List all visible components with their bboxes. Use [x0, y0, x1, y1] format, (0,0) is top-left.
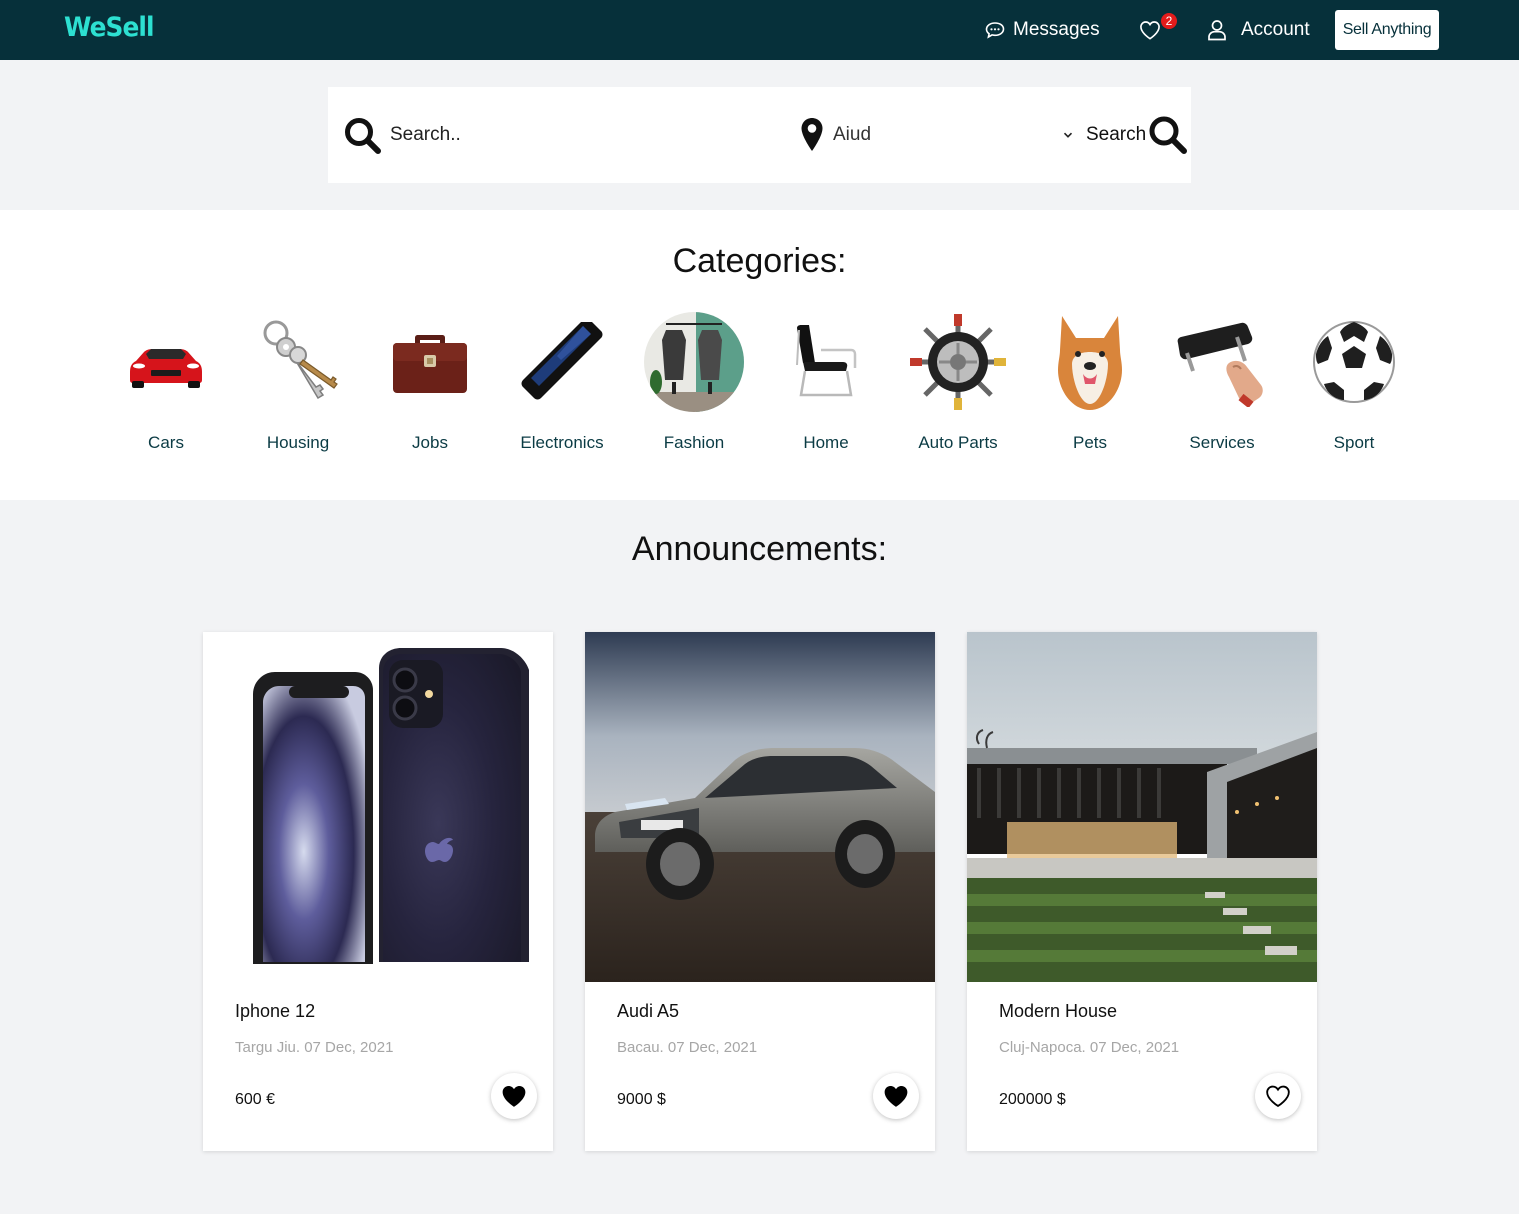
categories-section: Categories: Cars Housing Jobs Electronic…: [0, 210, 1519, 500]
listing-meta: Targu Jiu. 07 Dec, 2021: [235, 1039, 394, 1056]
search-section: Aiud Search: [0, 60, 1519, 210]
heart-icon: [1139, 20, 1161, 40]
messages-link[interactable]: Messages: [985, 0, 1100, 60]
logo[interactable]: WeSell: [64, 12, 155, 43]
location-value: Aiud: [833, 124, 872, 145]
category-services[interactable]: Services: [1162, 310, 1282, 453]
search-icon: [344, 117, 382, 160]
category-label: Electronics: [520, 433, 604, 452]
category-sport[interactable]: Sport: [1294, 310, 1414, 453]
announcement-card[interactable]: Iphone 12 Targu Jiu. 07 Dec, 2021 600 €: [203, 632, 553, 1151]
listing-title[interactable]: Modern House: [999, 1001, 1117, 1022]
search-icon: [1148, 115, 1188, 155]
chair-icon: [774, 310, 878, 414]
heart-filled-icon: [501, 1084, 527, 1108]
heart-outline-icon: [1265, 1084, 1291, 1108]
listing-price: 600 €: [235, 1091, 276, 1108]
category-cars[interactable]: Cars: [106, 310, 226, 453]
category-label: Auto Parts: [918, 433, 998, 452]
category-label: Home: [803, 433, 849, 452]
listing-meta: Cluj-Napoca. 07 Dec, 2021: [999, 1039, 1180, 1056]
category-electronics[interactable]: Electronics: [502, 310, 622, 453]
listing-image: [203, 632, 553, 982]
account-link[interactable]: Account: [1207, 0, 1310, 60]
listing-title[interactable]: Audi A5: [617, 1001, 679, 1022]
favorite-button[interactable]: [873, 1073, 919, 1119]
category-housing[interactable]: Housing: [238, 310, 358, 453]
category-label: Jobs: [412, 433, 448, 452]
category-auto-parts[interactable]: Auto Parts: [898, 310, 1018, 453]
listing-image: [585, 632, 935, 982]
user-icon: [1207, 19, 1227, 41]
category-label: Fashion: [663, 433, 725, 452]
car-icon: [114, 310, 218, 414]
soccer-ball-icon: [1302, 310, 1406, 414]
chevron-down-icon: [1063, 131, 1073, 139]
category-pets[interactable]: Pets: [1030, 310, 1150, 453]
dog-icon: [1038, 310, 1142, 414]
heart-filled-icon: [883, 1084, 909, 1108]
clothing-icon: [642, 310, 746, 414]
category-jobs[interactable]: Jobs: [370, 310, 490, 453]
wheel-icon: [906, 310, 1010, 414]
listing-title[interactable]: Iphone 12: [235, 1001, 315, 1022]
favorites-link[interactable]: 2: [1139, 0, 1177, 60]
listing-meta: Bacau. 07 Dec, 2021: [617, 1039, 758, 1056]
category-label: Services: [1189, 433, 1255, 452]
briefcase-icon: [378, 310, 482, 414]
chat-bubble-icon: [985, 21, 1005, 39]
category-label: Cars: [148, 433, 184, 452]
category-label: Sport: [1333, 433, 1375, 452]
location-select[interactable]: Aiud: [833, 117, 1073, 153]
search-button[interactable]: Search: [1086, 115, 1190, 155]
category-label: Pets: [1072, 433, 1108, 452]
announcement-card[interactable]: Modern House Cluj-Napoca. 07 Dec, 2021 2…: [967, 632, 1317, 1151]
search-button-label: Search: [1086, 124, 1147, 145]
favorite-button[interactable]: [491, 1073, 537, 1119]
announcements-title: Announcements:: [631, 530, 888, 568]
search-bar: Aiud Search: [328, 87, 1191, 183]
account-label: Account: [1241, 19, 1310, 40]
listing-price: 9000 $: [617, 1091, 666, 1108]
listing-price: 200000 $: [999, 1091, 1066, 1108]
tool-icon: [1170, 310, 1274, 414]
favorite-button[interactable]: [1255, 1073, 1301, 1119]
search-input[interactable]: [390, 117, 770, 153]
listing-image: [967, 632, 1317, 982]
announcements-section: Announcements: Iphone 12 Targu Jiu. 07 D…: [0, 500, 1519, 1214]
categories-title: Categories:: [672, 242, 847, 280]
category-home[interactable]: Home: [766, 310, 886, 453]
announcement-card[interactable]: Audi A5 Bacau. 07 Dec, 2021 9000 $: [585, 632, 935, 1151]
category-label: Housing: [266, 433, 330, 452]
sell-anything-button[interactable]: Sell Anything: [1335, 10, 1439, 50]
favorites-count-badge: 2: [1161, 13, 1177, 29]
location-pin-icon: [800, 117, 824, 158]
top-navbar: WeSell Messages 2 Account Sell Anything: [0, 0, 1519, 60]
phone-icon: [510, 310, 614, 414]
category-fashion[interactable]: Fashion: [634, 310, 754, 453]
keys-icon: [246, 310, 350, 414]
messages-label: Messages: [1013, 19, 1100, 40]
